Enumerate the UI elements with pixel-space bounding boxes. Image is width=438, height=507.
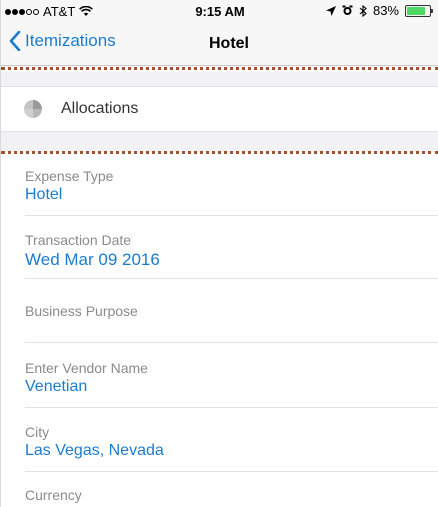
field-value: Hotel bbox=[25, 186, 63, 203]
field-value: Venetian bbox=[25, 378, 88, 395]
field-label: Currency bbox=[25, 487, 82, 503]
currency-field[interactable]: Currency bbox=[25, 487, 438, 507]
transaction-date-field[interactable]: Transaction Date Wed Mar 09 2016 bbox=[25, 232, 438, 279]
field-value: Las Vegas, Nevada bbox=[25, 442, 164, 459]
field-value: Wed Mar 09 2016 bbox=[25, 250, 160, 269]
page-title: Hotel bbox=[209, 35, 249, 52]
vendor-name-field[interactable]: Enter Vendor Name Venetian bbox=[25, 360, 438, 408]
annotation-dotted-line-top bbox=[1, 67, 438, 70]
battery-level-fill bbox=[407, 6, 426, 15]
location-arrow-icon bbox=[325, 5, 336, 16]
back-button[interactable]: Itemizations bbox=[9, 31, 116, 51]
status-bar: AT&T 9:15 AM 83% bbox=[1, 0, 438, 22]
battery-icon bbox=[405, 4, 433, 17]
field-label: City bbox=[25, 424, 50, 440]
city-field[interactable]: City Las Vegas, Nevada bbox=[25, 424, 438, 472]
status-right: 83% bbox=[325, 3, 433, 18]
bluetooth-icon bbox=[359, 4, 367, 17]
annotation-dotted-line-bottom bbox=[1, 151, 438, 154]
allocations-label: Allocations bbox=[61, 100, 139, 117]
expense-type-field[interactable]: Expense Type Hotel bbox=[25, 168, 438, 216]
allocations-row[interactable]: Allocations bbox=[1, 86, 438, 132]
field-label: Expense Type bbox=[25, 168, 114, 184]
screen: AT&T 9:15 AM 83% Itemizations Hotel Allo… bbox=[0, 0, 438, 507]
back-button-label: Itemizations bbox=[25, 31, 116, 50]
pie-chart-icon bbox=[24, 100, 42, 118]
alarm-icon bbox=[342, 5, 353, 15]
field-label: Transaction Date bbox=[25, 232, 132, 248]
battery-percent: 83% bbox=[372, 3, 399, 18]
field-label: Business Purpose bbox=[25, 303, 138, 319]
business-purpose-field[interactable]: Business Purpose bbox=[25, 303, 438, 343]
field-label: Enter Vendor Name bbox=[25, 360, 148, 376]
navigation-bar: Itemizations Hotel bbox=[1, 22, 438, 66]
chevron-left-icon bbox=[9, 31, 21, 51]
